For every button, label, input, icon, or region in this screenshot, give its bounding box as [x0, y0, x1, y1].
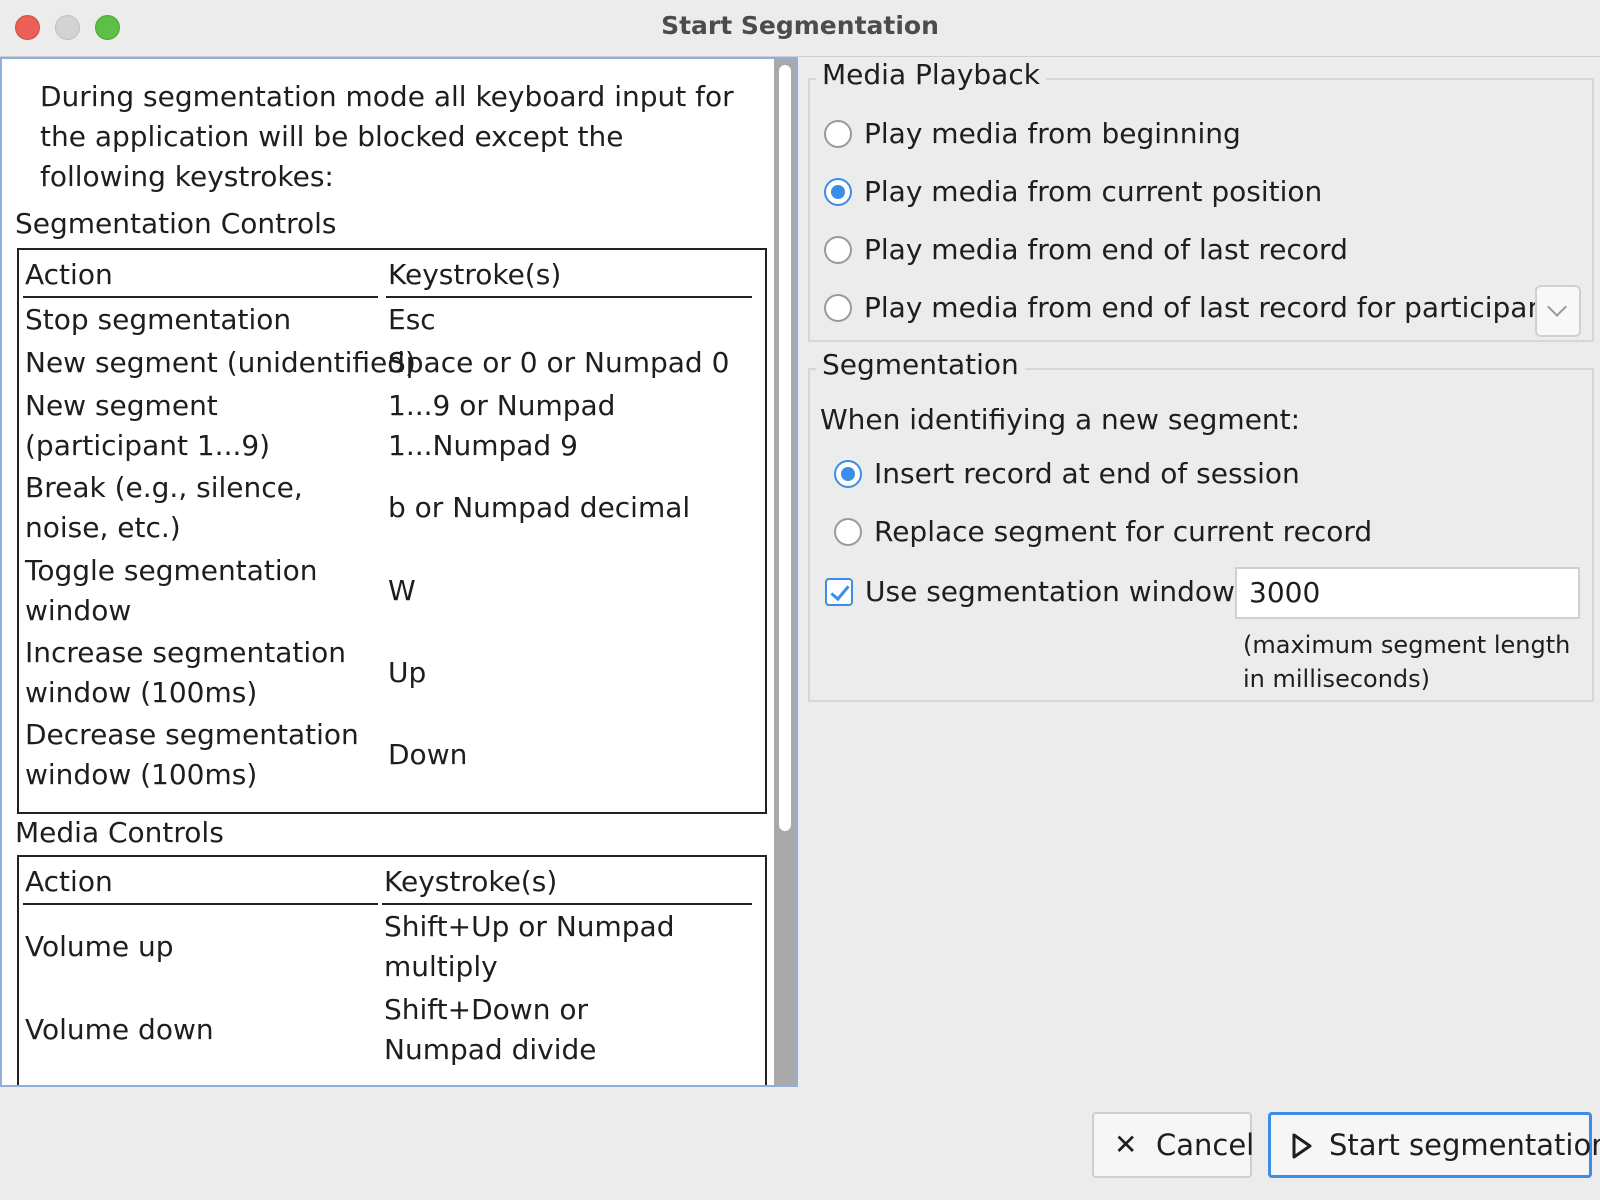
segmentation-controls-title: Segmentation Controls — [15, 207, 337, 240]
radio-indicator[interactable] — [834, 518, 862, 546]
vertical-scrollbar[interactable] — [774, 59, 796, 1085]
play-icon — [1291, 1115, 1313, 1175]
window-title: Start Segmentation — [661, 11, 939, 40]
table-row: Toggle segmentation window W — [25, 554, 416, 627]
segmentation-title: Segmentation — [816, 348, 1025, 381]
media-playback-title: Media Playback — [816, 58, 1046, 91]
chevron-down-icon — [1547, 297, 1567, 317]
radio-indicator[interactable] — [824, 178, 852, 206]
table-row: Volume up Shift+Up or Numpad multiply — [25, 910, 675, 983]
table-header: Action Keystroke(s) — [19, 857, 765, 905]
table-row: Increase segmentation window (100ms) Up — [25, 636, 427, 709]
table-row: Break (e.g., silence, noise, etc.) b or … — [25, 471, 691, 544]
intro-text: During segmentation mode all keyboard in… — [40, 80, 734, 193]
participant-dropdown[interactable] — [1535, 285, 1581, 337]
media-controls-table: Action Keystroke(s) Volume up Shift+Up o… — [17, 855, 767, 1085]
media-controls-title: Media Controls — [15, 816, 224, 849]
start-segmentation-button[interactable]: Start segmentation — [1268, 1112, 1600, 1178]
column-header-keystrokes: Keystroke(s) — [388, 258, 562, 291]
checkbox-indicator[interactable] — [825, 578, 853, 606]
title-bar: Start Segmentation — [0, 0, 1600, 57]
table-header: Action Keystroke(s) — [19, 250, 765, 298]
radio-indicator[interactable] — [824, 236, 852, 264]
radio-indicator[interactable] — [824, 120, 852, 148]
segmentation-window-hint: (maximum segment length in milliseconds) — [1243, 631, 1571, 693]
table-row: Volume down Shift+Down or Numpad divide — [25, 993, 597, 1066]
column-header-action: Action — [25, 865, 113, 898]
radio-indicator[interactable] — [824, 294, 852, 322]
table-row: New segment (participant 1...9) 1...9 or… — [25, 389, 616, 462]
column-header-keystrokes: Keystroke(s) — [384, 865, 558, 898]
start-segmentation-dialog: Start Segmentation During segmentation m… — [0, 0, 1600, 1200]
table-row: New segment (unidentified) Space or 0 or… — [25, 346, 730, 379]
cancel-button[interactable]: ✕ Cancel — [1092, 1112, 1254, 1178]
radio-indicator[interactable] — [834, 460, 862, 488]
segment-prompt: When identifiying a new segment: — [820, 403, 1301, 436]
scrollbar-thumb[interactable] — [779, 65, 791, 831]
table-row: Stop segmentation Esc — [25, 303, 436, 336]
close-icon: ✕ — [1114, 1128, 1138, 1161]
table-row: Decrease segmentation window (100ms) Dow… — [25, 718, 468, 791]
column-header-action: Action — [25, 258, 113, 291]
segmentation-controls-table: Action Keystroke(s) Stop segmentation Es… — [17, 248, 767, 814]
segmentation-window-input[interactable]: 3000 — [1235, 567, 1580, 619]
keystroke-help-pane[interactable]: During segmentation mode all keyboard in… — [0, 57, 798, 1087]
